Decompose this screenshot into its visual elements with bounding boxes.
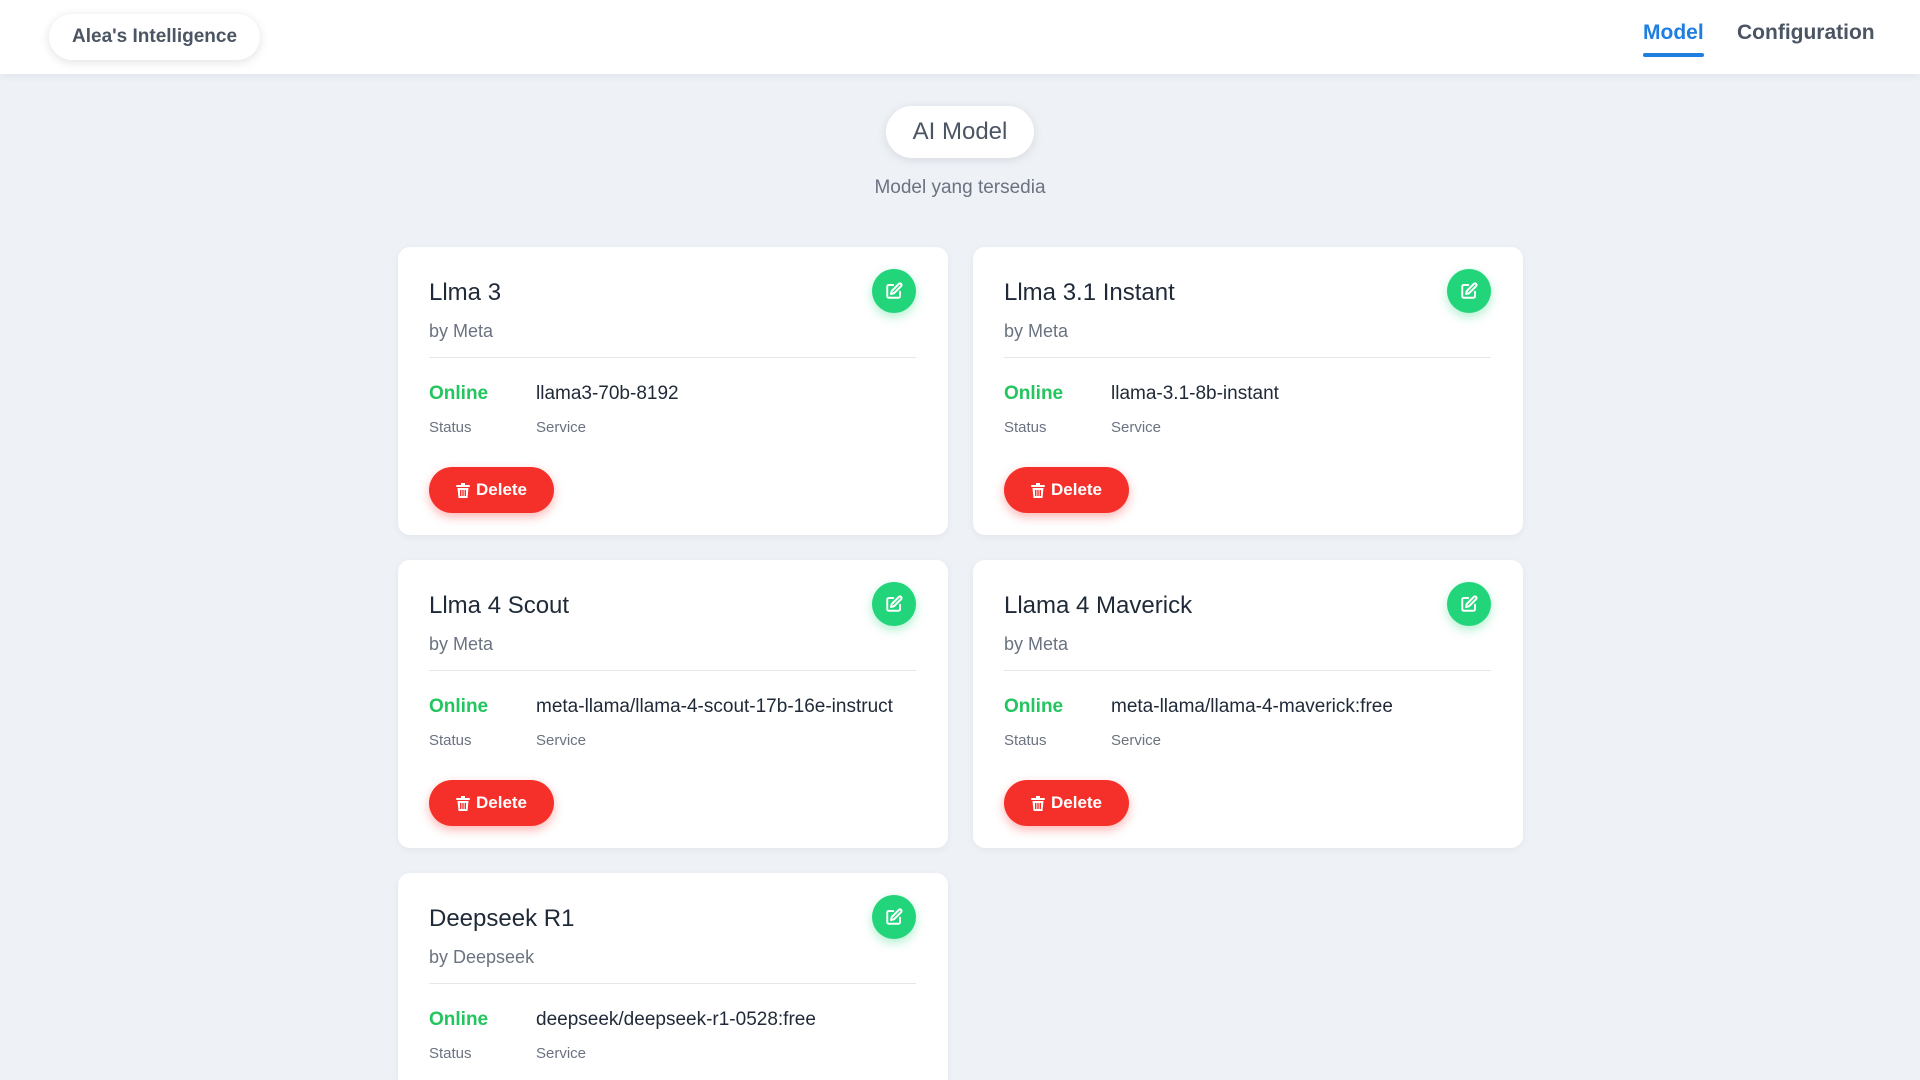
model-vendor: by Deepseek xyxy=(429,947,535,967)
model-vendor: by Meta xyxy=(429,321,494,341)
model-name: Llama 4 Maverick xyxy=(1004,592,1193,619)
status-value: Online xyxy=(1004,383,1064,404)
service-value: meta-llama/llama-4-scout-17b-16e-instruc… xyxy=(536,696,893,717)
delete-button-label: Delete xyxy=(1050,480,1103,499)
service-label: Service xyxy=(536,419,587,436)
service-label: Service xyxy=(536,732,587,749)
delete-button-label: Delete xyxy=(475,480,528,499)
pencil-square-icon xyxy=(886,595,903,612)
model-card: Deepseek R1 by Deepseek Online Status de… xyxy=(398,873,948,1080)
model-card: Llma 3 by Meta Online Status llama3-70b-… xyxy=(398,247,948,535)
edit-button[interactable] xyxy=(872,582,916,626)
status-label: Status xyxy=(429,419,472,436)
model-card: Llma 3.1 Instant by Meta Online Status l… xyxy=(973,247,1523,535)
trash-icon xyxy=(1030,482,1045,498)
delete-button-label: Delete xyxy=(1050,793,1103,812)
edit-button[interactable] xyxy=(1447,269,1491,313)
service-value: deepseek/deepseek-r1-0528:free xyxy=(536,1009,816,1030)
edit-button[interactable] xyxy=(872,895,916,939)
model-name: Llma 4 Scout xyxy=(429,592,570,619)
delete-button[interactable]: Delete xyxy=(1004,780,1129,826)
card-divider xyxy=(1004,357,1491,358)
page-title: AI Model xyxy=(886,106,1034,158)
delete-button[interactable]: Delete xyxy=(1004,467,1129,513)
delete-button[interactable]: Delete xyxy=(429,467,554,513)
trash-icon xyxy=(455,795,470,811)
status-label: Status xyxy=(429,1045,472,1062)
status-value: Online xyxy=(429,696,489,717)
pencil-square-icon xyxy=(886,282,903,299)
card-divider xyxy=(429,357,916,358)
model-vendor: by Meta xyxy=(429,634,494,654)
service-label: Service xyxy=(1111,419,1162,436)
nav-tab-model[interactable]: Model xyxy=(1643,21,1704,57)
status-label: Status xyxy=(429,732,472,749)
model-vendor: by Meta xyxy=(1004,321,1069,341)
model-name: Llma 3.1 Instant xyxy=(1004,279,1175,306)
status-value: Online xyxy=(429,383,489,404)
status-value: Online xyxy=(429,1009,489,1030)
pencil-square-icon xyxy=(886,908,903,925)
nav-tab-configuration[interactable]: Configuration xyxy=(1737,21,1875,45)
pencil-square-icon xyxy=(1461,282,1478,299)
edit-button[interactable] xyxy=(872,269,916,313)
card-divider xyxy=(429,983,916,984)
model-name: Llma 3 xyxy=(429,279,502,306)
delete-button[interactable]: Delete xyxy=(429,780,554,826)
status-value: Online xyxy=(1004,696,1064,717)
model-vendor: by Meta xyxy=(1004,634,1069,654)
status-label: Status xyxy=(1004,419,1047,436)
delete-button-label: Delete xyxy=(475,793,528,812)
card-divider xyxy=(1004,670,1491,671)
service-value: meta-llama/llama-4-maverick:free xyxy=(1111,696,1393,717)
brand-logo[interactable]: Alea's Intelligence xyxy=(49,14,261,60)
nav-tab-configuration-label: Configuration xyxy=(1737,21,1875,44)
status-label: Status xyxy=(1004,732,1047,749)
page-subtitle: Model yang tersedia xyxy=(874,177,1046,198)
service-label: Service xyxy=(1111,732,1162,749)
model-card: Llma 4 Scout by Meta Online Status meta-… xyxy=(398,560,948,848)
model-card: Llama 4 Maverick by Meta Online Status m… xyxy=(973,560,1523,848)
service-value: llama3-70b-8192 xyxy=(536,383,679,404)
service-value: llama-3.1-8b-instant xyxy=(1111,383,1279,404)
nav-tab-model-label: Model xyxy=(1643,21,1704,44)
card-divider xyxy=(429,670,916,671)
edit-button[interactable] xyxy=(1447,582,1491,626)
active-tab-indicator xyxy=(1643,53,1704,57)
top-navbar: Alea's Intelligence Model Configuration xyxy=(0,0,1920,74)
pencil-square-icon xyxy=(1461,595,1478,612)
model-name: Deepseek R1 xyxy=(429,905,575,932)
service-label: Service xyxy=(536,1045,587,1062)
trash-icon xyxy=(1030,795,1045,811)
trash-icon xyxy=(455,482,470,498)
